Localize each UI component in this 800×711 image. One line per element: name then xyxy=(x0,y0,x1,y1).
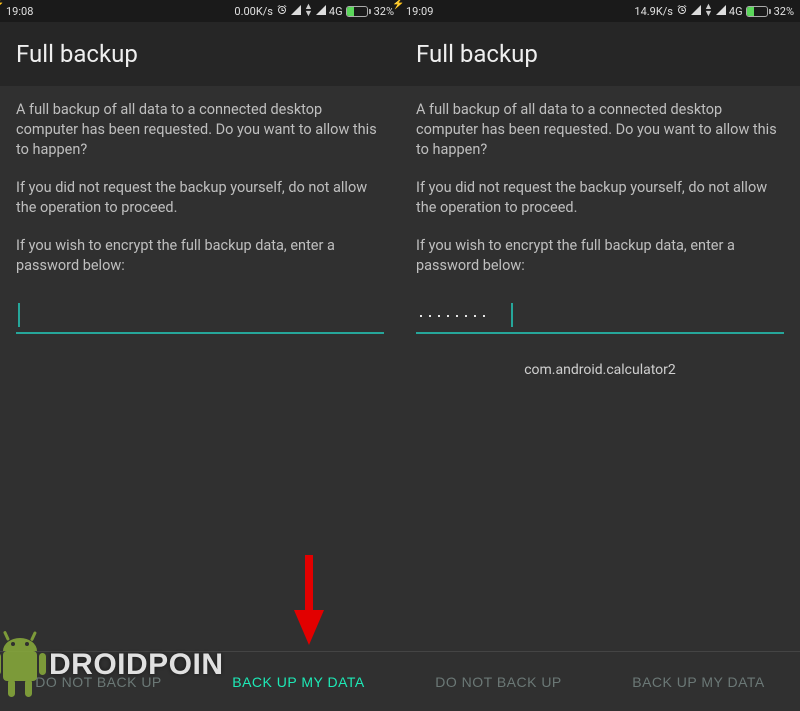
screens-container: 19:08 0.00K/s ▲▼ 4G ⚡ 32% Full backup xyxy=(0,0,800,711)
content: A full backup of all data to a connected… xyxy=(400,86,800,651)
data-arrows-icon: ▲▼ xyxy=(704,4,713,18)
password-input[interactable] xyxy=(16,298,384,334)
do-not-back-up-button[interactable]: DO NOT BACK UP xyxy=(29,664,168,700)
signal-icon xyxy=(316,5,326,18)
page-header: Full backup xyxy=(0,22,400,86)
status-time: 19:08 xyxy=(6,5,33,18)
text-cursor xyxy=(18,303,20,327)
text-cursor xyxy=(511,303,513,327)
current-package: com.android.calculator2 xyxy=(416,362,784,378)
status-right: 14.9K/s ▲▼ 4G ⚡ 32% xyxy=(634,4,794,19)
screen-right: 19:09 14.9K/s ▲▼ 4G ⚡ 32% Full backup xyxy=(400,0,800,711)
screen-left: 19:08 0.00K/s ▲▼ 4G ⚡ 32% Full backup xyxy=(0,0,400,711)
network-type: 4G xyxy=(329,5,343,18)
battery-pct: 32% xyxy=(374,5,394,18)
prompt-text-2: If you did not request the backup yourse… xyxy=(16,178,384,218)
prompt-text-3: If you wish to encrypt the full backup d… xyxy=(416,236,784,276)
password-input[interactable] xyxy=(416,298,784,334)
action-bar: DO NOT BACK UP BACK UP MY DATA xyxy=(0,651,400,711)
battery-pct: 32% xyxy=(774,5,794,18)
page-title: Full backup xyxy=(416,40,784,68)
battery-icon: ⚡ xyxy=(346,6,371,17)
prompt-text-1: A full backup of all data to a connected… xyxy=(16,100,384,160)
prompt-text-3: If you wish to encrypt the full backup d… xyxy=(16,236,384,276)
status-bar: 19:08 0.00K/s ▲▼ 4G ⚡ 32% xyxy=(0,0,400,22)
page-header: Full backup xyxy=(400,22,800,86)
back-up-my-data-button[interactable]: BACK UP MY DATA xyxy=(226,664,371,700)
status-time: 19:09 xyxy=(406,5,433,18)
page-title: Full backup xyxy=(16,40,384,68)
spacer xyxy=(16,362,384,651)
data-arrows-icon: ▲▼ xyxy=(304,4,313,18)
spacer xyxy=(416,378,784,651)
alarm-icon xyxy=(676,4,688,19)
signal-icon xyxy=(691,5,701,18)
signal-icon xyxy=(291,5,301,18)
password-field-wrap xyxy=(416,298,784,334)
content: A full backup of all data to a connected… xyxy=(0,86,400,651)
status-right: 0.00K/s ▲▼ 4G ⚡ 32% xyxy=(234,4,394,19)
prompt-text-2: If you did not request the backup yourse… xyxy=(416,178,784,218)
signal-icon xyxy=(716,5,726,18)
back-up-my-data-button[interactable]: BACK UP MY DATA xyxy=(626,664,771,700)
prompt-text-1: A full backup of all data to a connected… xyxy=(416,100,784,160)
status-bar: 19:09 14.9K/s ▲▼ 4G ⚡ 32% xyxy=(400,0,800,22)
alarm-icon xyxy=(276,4,288,19)
do-not-back-up-button[interactable]: DO NOT BACK UP xyxy=(429,664,568,700)
net-speed: 14.9K/s xyxy=(634,5,673,18)
network-type: 4G xyxy=(729,5,743,18)
net-speed: 0.00K/s xyxy=(234,5,273,18)
battery-icon: ⚡ xyxy=(746,6,771,17)
password-field-wrap xyxy=(16,298,384,334)
action-bar: DO NOT BACK UP BACK UP MY DATA xyxy=(400,651,800,711)
